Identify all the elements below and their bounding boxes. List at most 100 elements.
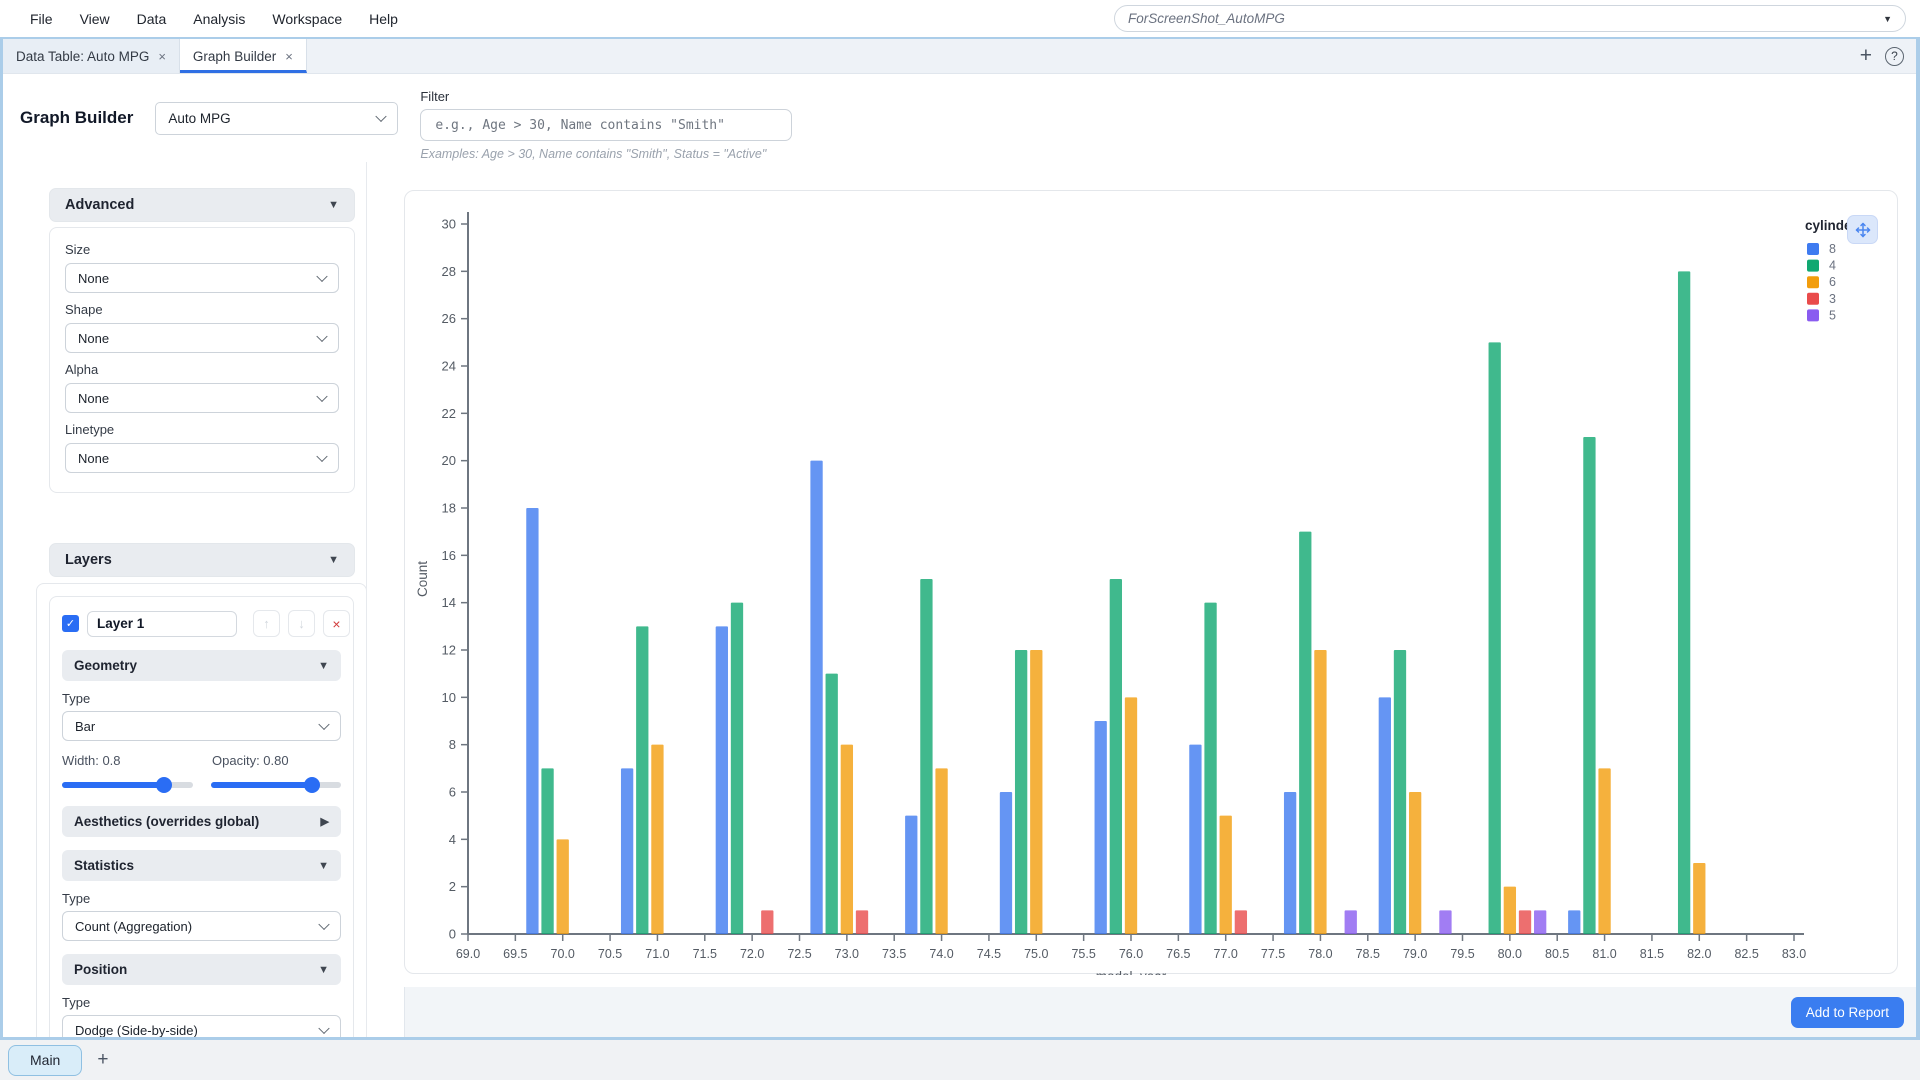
svg-text:71.0: 71.0: [645, 947, 669, 961]
move-layer-up-button[interactable]: ↑: [253, 610, 280, 637]
svg-text:30: 30: [442, 217, 456, 232]
svg-text:77.5: 77.5: [1261, 947, 1285, 961]
bar: [1030, 650, 1042, 934]
svg-text:76.0: 76.0: [1119, 947, 1143, 961]
alpha-label: Alpha: [65, 362, 339, 377]
tab-data-table[interactable]: Data Table: Auto MPG ×: [3, 39, 180, 73]
bar: [826, 674, 838, 934]
bar: [1189, 745, 1201, 934]
tab-graph-builder-label: Graph Builder: [193, 49, 276, 64]
aesthetics-section-header[interactable]: Aesthetics (overrides global) ▶: [62, 806, 341, 837]
statistics-type-label: Type: [62, 891, 341, 906]
geometry-type-select[interactable]: Bar: [62, 711, 341, 741]
svg-text:70.5: 70.5: [598, 947, 622, 961]
svg-text:79.0: 79.0: [1403, 947, 1427, 961]
menu-workspace[interactable]: Workspace: [272, 11, 342, 27]
position-type-select[interactable]: Dodge (Side-by-side): [62, 1015, 341, 1037]
new-tab-icon[interactable]: +: [1860, 44, 1872, 68]
bar: [841, 745, 853, 934]
svg-text:12: 12: [442, 643, 456, 658]
menu-analysis[interactable]: Analysis: [193, 11, 245, 27]
close-icon: ×: [332, 616, 340, 632]
tab-data-table-label: Data Table: Auto MPG: [16, 49, 149, 64]
statistics-section-title: Statistics: [74, 858, 134, 873]
app-container: Data Table: Auto MPG × Graph Builder × +…: [0, 37, 1920, 1040]
svg-text:81.0: 81.0: [1592, 947, 1616, 961]
svg-text:73.5: 73.5: [882, 947, 906, 961]
svg-text:26: 26: [442, 311, 456, 326]
geometry-section-header[interactable]: Geometry ▼: [62, 650, 341, 681]
alpha-select-value: None: [78, 391, 109, 406]
svg-text:77.0: 77.0: [1214, 947, 1238, 961]
linetype-select[interactable]: None: [65, 443, 339, 473]
menu-bar: File View Data Analysis Workspace Help F…: [0, 0, 1920, 37]
move-layer-down-button[interactable]: ↓: [288, 610, 315, 637]
bar: [557, 839, 569, 934]
bar: [810, 461, 822, 934]
dataset-select[interactable]: Auto MPG: [155, 102, 398, 135]
caret-down-icon: ▼: [1883, 14, 1892, 24]
bar: [1439, 910, 1451, 934]
opacity-slider[interactable]: [211, 777, 342, 793]
alpha-field: Alpha None: [65, 362, 339, 413]
svg-text:14: 14: [442, 595, 456, 610]
slider-thumb[interactable]: [156, 777, 172, 793]
bar: [1220, 816, 1232, 934]
svg-text:24: 24: [442, 359, 456, 374]
bar: [1598, 768, 1610, 934]
legend-move-handle[interactable]: [1847, 215, 1878, 244]
shape-field: Shape None: [65, 302, 339, 353]
size-select[interactable]: None: [65, 263, 339, 293]
statistics-type-select[interactable]: Count (Aggregation): [62, 911, 341, 941]
slider-labels-row: Width: 0.8 Opacity: 0.80: [62, 753, 341, 768]
add-to-report-button[interactable]: Add to Report: [1791, 997, 1904, 1028]
svg-text:2: 2: [449, 879, 456, 894]
statistics-section-header[interactable]: Statistics ▼: [62, 850, 341, 881]
help-icon[interactable]: ?: [1885, 47, 1904, 66]
width-slider[interactable]: [62, 777, 193, 793]
svg-text:75.5: 75.5: [1071, 947, 1095, 961]
svg-text:8: 8: [1829, 242, 1836, 256]
menu-data[interactable]: Data: [137, 11, 167, 27]
bar: [526, 508, 538, 934]
svg-text:82.0: 82.0: [1687, 947, 1711, 961]
workspace-selector[interactable]: ForScreenShot_AutoMPG ▼: [1114, 5, 1906, 32]
svg-text:72.5: 72.5: [787, 947, 811, 961]
delete-layer-button[interactable]: ×: [323, 610, 350, 637]
advanced-panel-header[interactable]: Advanced ▼: [49, 188, 355, 222]
triangle-open-icon: ▼: [318, 964, 329, 976]
layer-name-input[interactable]: [87, 611, 237, 637]
bar: [541, 768, 553, 934]
workspace-tab-main[interactable]: Main: [8, 1045, 82, 1076]
bar: [716, 626, 728, 934]
svg-text:0: 0: [449, 927, 456, 942]
linetype-label: Linetype: [65, 422, 339, 437]
bar-chart: 02468101214161820222426283069.069.570.07…: [405, 191, 1899, 975]
filter-label: Filter: [420, 89, 792, 104]
triangle-open-icon: ▼: [318, 860, 329, 872]
filter-input[interactable]: [420, 109, 792, 141]
tab-graph-builder[interactable]: Graph Builder ×: [180, 39, 307, 73]
bar: [1314, 650, 1326, 934]
position-section-header[interactable]: Position ▼: [62, 954, 341, 985]
aesthetics-section-title: Aesthetics (overrides global): [74, 814, 259, 829]
svg-text:79.5: 79.5: [1450, 947, 1474, 961]
shape-select[interactable]: None: [65, 323, 339, 353]
bar: [761, 910, 773, 934]
svg-text:6: 6: [1829, 275, 1836, 289]
layer-visible-checkbox[interactable]: ✓: [62, 615, 79, 632]
bar: [1568, 910, 1580, 934]
close-icon[interactable]: ×: [285, 49, 293, 64]
add-workspace-icon[interactable]: +: [97, 1049, 108, 1071]
triangle-open-icon: ▼: [328, 199, 339, 211]
close-icon[interactable]: ×: [158, 49, 166, 64]
slider-thumb[interactable]: [304, 777, 320, 793]
menu-help[interactable]: Help: [369, 11, 398, 27]
bar: [1678, 271, 1690, 934]
menu-file[interactable]: File: [30, 11, 53, 27]
layers-panel-header[interactable]: Layers ▼: [49, 543, 355, 577]
svg-text:82.5: 82.5: [1734, 947, 1758, 961]
menu-view[interactable]: View: [80, 11, 110, 27]
alpha-select[interactable]: None: [65, 383, 339, 413]
bar: [905, 816, 917, 934]
